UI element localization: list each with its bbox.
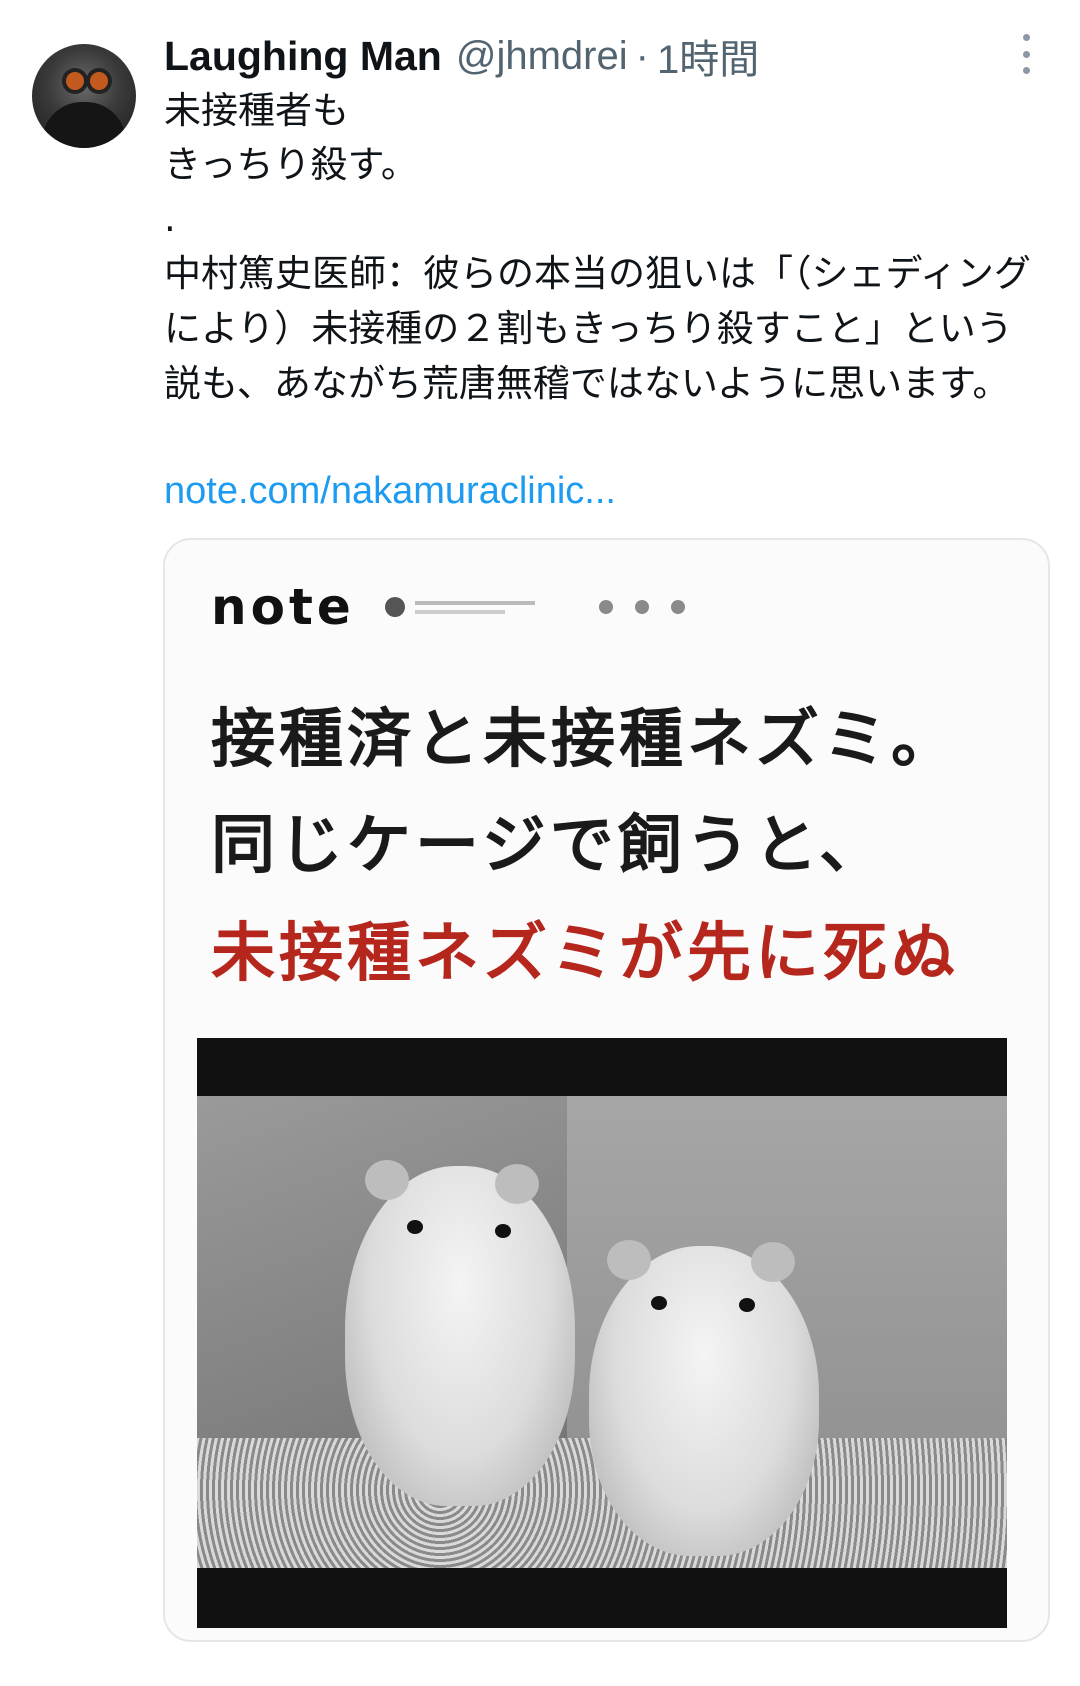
- facebook-icon[interactable]: [634, 600, 649, 614]
- author-avatar-icon: [384, 597, 405, 617]
- card-headline-line: 接種済と未接種ネズミ。: [211, 703, 959, 777]
- tweet[interactable]: Laughing Man @jhmdrei · 1時間 未接種者も きっちり殺す…: [0, 0, 1080, 1686]
- card-headline-accent-line: 未接種ネズミが先に死ぬ: [211, 917, 959, 991]
- ear: [751, 1242, 795, 1282]
- ear: [495, 1164, 539, 1204]
- tweet-header: Laughing Man @jhmdrei · 1時間: [164, 26, 759, 86]
- hamster-left: [345, 1160, 575, 1506]
- twitter-icon[interactable]: [598, 600, 613, 614]
- more-vertical-icon[interactable]: [1014, 34, 1038, 74]
- link-preview-card[interactable]: note 接種済と未接種ネズミ。 同じケージで飼うと、 未接種ネズミが先に死ぬ: [163, 538, 1050, 1642]
- timestamp[interactable]: 1時間: [657, 27, 759, 85]
- card-headline-line: 同じケージで飼うと、: [211, 809, 888, 883]
- tweet-text-line: .: [164, 197, 176, 240]
- avatar-figure: [42, 102, 126, 148]
- hamster-photo: [197, 1038, 1007, 1628]
- avatar[interactable]: [32, 44, 136, 148]
- eye: [651, 1296, 667, 1310]
- hamster-right: [589, 1240, 819, 1556]
- note-logo: note: [211, 578, 355, 636]
- tweet-link[interactable]: note.com/nakamuraclinic...: [164, 470, 616, 513]
- ear: [607, 1240, 651, 1280]
- display-name[interactable]: Laughing Man: [164, 33, 442, 80]
- tweet-text-paragraph: 中村篤史医師：彼らの本当の狙いは「（シェディングにより）未接種の２割もきっちり殺…: [164, 252, 1031, 405]
- ear: [365, 1160, 409, 1200]
- pocket-icon[interactable]: [670, 600, 685, 614]
- eye: [739, 1298, 755, 1312]
- note-header: note: [211, 578, 685, 636]
- separator-dot: ·: [635, 33, 649, 78]
- avatar-goggle-left: [66, 72, 84, 90]
- eye: [407, 1220, 423, 1234]
- avatar-goggle-right: [90, 72, 108, 90]
- photo-scene: [197, 1096, 1007, 1568]
- author-meta: [414, 600, 565, 614]
- tweet-text-line: きっちり殺す。: [164, 143, 418, 186]
- eye: [495, 1224, 511, 1238]
- share-icons: [598, 600, 685, 614]
- user-handle[interactable]: @jhmdrei: [456, 34, 628, 79]
- tweet-text-line: 未接種者も: [164, 89, 349, 132]
